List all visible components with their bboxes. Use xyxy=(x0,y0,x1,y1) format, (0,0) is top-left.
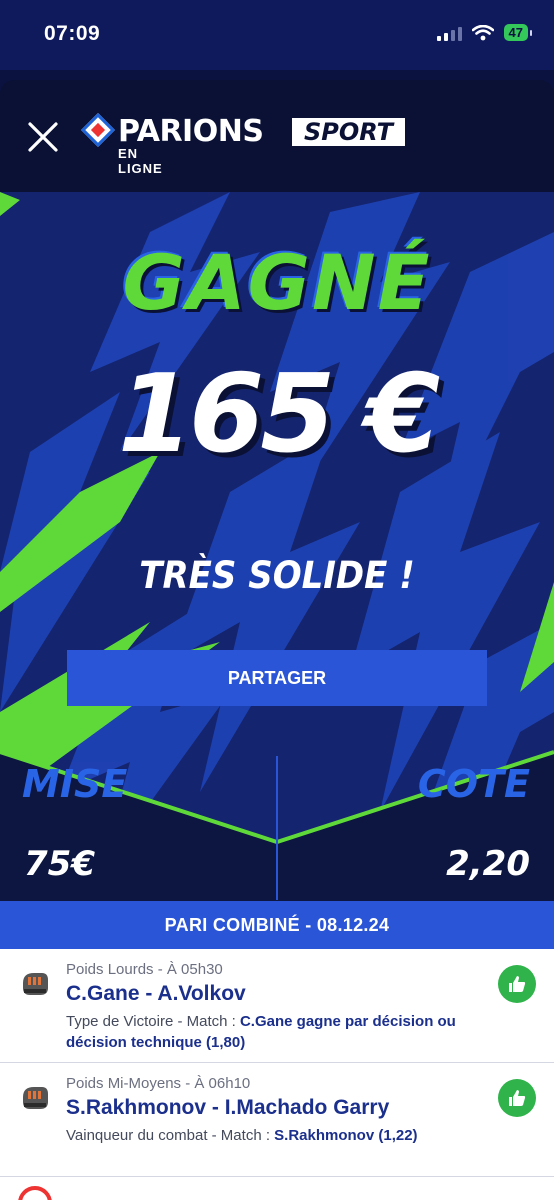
bet-market: Type de Victoire - Match : xyxy=(66,1013,240,1030)
thumbs-up-icon[interactable] xyxy=(498,965,536,1003)
tagline: TRÈS SOLIDE ! xyxy=(139,554,415,598)
bet-meta: Poids Lourds - À 05h30 xyxy=(66,961,223,978)
odds-value: 2,20 xyxy=(446,844,530,884)
win-amount: 165 € xyxy=(117,352,440,477)
bet-description: Vainqueur du combat - Match : S.Rakhmono… xyxy=(66,1125,466,1146)
result-title: GAGNÉ xyxy=(122,238,432,327)
bet-selection: S.Rakhmonov (1,22) xyxy=(274,1127,418,1144)
bet-stats: MISE COTE 75€ 2,20 xyxy=(0,740,554,900)
battery-indicator: 47 xyxy=(503,24,533,41)
list-item[interactable]: Poids Lourds - À 05h30 C.Gane - A.Volkov… xyxy=(0,949,554,1063)
bet-match: S.Rakhmonov - I.Machado Garry xyxy=(66,1096,390,1119)
thumbs-up-icon[interactable] xyxy=(498,1079,536,1117)
mma-glove-icon xyxy=(23,1087,48,1109)
close-icon[interactable] xyxy=(26,120,60,154)
stake-label: MISE xyxy=(22,762,128,806)
brand-diamond-icon xyxy=(81,113,115,147)
stake-value: 75€ xyxy=(24,844,95,884)
odds-label: COTE xyxy=(417,762,530,806)
share-button[interactable]: PARTAGER xyxy=(67,650,487,706)
stats-divider xyxy=(276,756,278,900)
status-bar: 07:09 47 xyxy=(0,0,554,70)
bet-type-header: PARI COMBINÉ - 08.12.24 xyxy=(0,901,554,949)
status-time: 07:09 xyxy=(44,22,101,45)
list-item[interactable]: Poids Mi-Moyens - À 06h10 S.Rakhmonov - … xyxy=(0,1063,554,1177)
bet-selections-list: Poids Lourds - À 05h30 C.Gane - A.Volkov… xyxy=(0,949,554,1200)
brand-sub: EN LIGNE xyxy=(118,146,163,176)
wifi-icon xyxy=(471,24,494,40)
battery-level: 47 xyxy=(508,25,523,40)
bet-market: Vainqueur du combat - Match : xyxy=(66,1127,275,1144)
signal-icon xyxy=(436,25,462,41)
mma-glove-icon xyxy=(23,973,48,995)
brand-sport: SPORT xyxy=(292,118,406,146)
header: PARIONS SPORT EN LIGNE xyxy=(0,80,554,192)
bet-meta: Poids Mi-Moyens - À 06h10 xyxy=(66,1075,251,1092)
status-icons: 47 xyxy=(436,24,533,41)
brand-main: PARIONS xyxy=(118,114,264,149)
bet-result-sheet: PARIONS SPORT EN LIGNE GAGNÉ 165 € TRÈS … xyxy=(0,80,554,1200)
bet-description: Type de Victoire - Match : C.Gane gagne … xyxy=(66,1011,466,1053)
bet-match: C.Gane - A.Volkov xyxy=(66,982,246,1005)
